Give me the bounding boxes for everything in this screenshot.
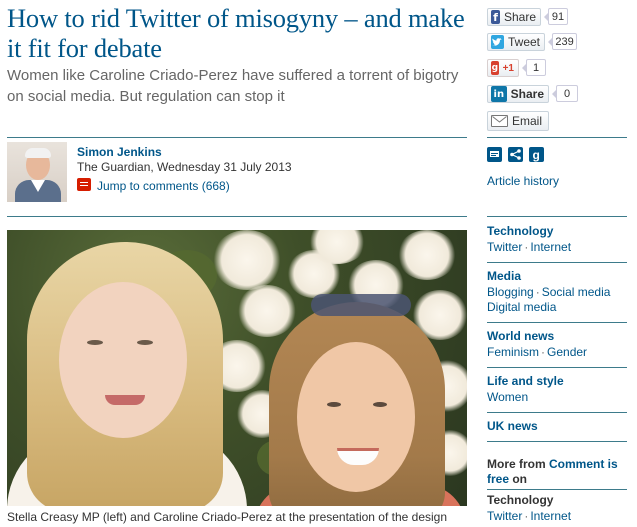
twitter-tweet-label: Tweet	[507, 35, 540, 49]
email-label: Email	[512, 114, 543, 128]
tag-link[interactable]: Women	[487, 390, 528, 404]
divider	[487, 367, 627, 368]
tag-link[interactable]: Twitter	[487, 240, 522, 254]
divider	[7, 216, 467, 217]
divider	[487, 412, 627, 413]
jump-to-comments-link[interactable]: Jump to comments (668)	[97, 179, 230, 193]
divider	[7, 137, 467, 138]
more-from-section-heading[interactable]: Technology	[487, 493, 553, 507]
section-links-technology: Twitter · Internet	[487, 240, 572, 254]
divider	[487, 489, 627, 490]
article-history-link[interactable]: Article history	[487, 174, 559, 188]
section-links-life-and-style: Women	[487, 390, 632, 405]
google-plus-count: 1	[522, 59, 546, 76]
tag-link[interactable]: Digital media	[487, 300, 556, 314]
article-standfirst: Women like Caroline Criado-Perez have su…	[7, 67, 459, 105]
divider	[487, 216, 627, 217]
section-heading-world-news[interactable]: World news	[487, 329, 554, 343]
svg-text:g: g	[533, 148, 540, 162]
tag-link[interactable]: Blogging	[487, 285, 534, 299]
comments-icon[interactable]	[77, 178, 91, 191]
google-icon[interactable]: g	[529, 147, 544, 162]
section-links-world-news: Feminism · Gender	[487, 345, 588, 359]
photo-caption: Stella Creasy MP (left) and Caroline Cri…	[7, 510, 448, 524]
tag-link[interactable]: Gender	[547, 345, 587, 359]
google-plus-label: +1	[502, 62, 514, 74]
section-heading-uk-news[interactable]: UK news	[487, 419, 538, 433]
linkedin-share-button[interactable]: in Share	[487, 85, 549, 103]
section-heading-life-and-style[interactable]: Life and style	[487, 374, 564, 388]
more-from-prefix: More from	[487, 457, 550, 471]
facebook-share-button[interactable]: f Share	[487, 8, 541, 26]
email-button[interactable]: Email	[487, 111, 549, 131]
linkedin-share-count: 0	[552, 85, 578, 102]
tag-link[interactable]: Internet	[530, 240, 571, 254]
twitter-tweet-button[interactable]: Tweet	[487, 33, 545, 51]
section-heading-media[interactable]: Media	[487, 269, 521, 283]
author-link[interactable]: Simon Jenkins	[77, 145, 162, 159]
email-icon	[491, 115, 508, 127]
tag-link[interactable]: Feminism	[487, 345, 539, 359]
tag-link[interactable]: Social media	[542, 285, 611, 299]
google-plus-one-button[interactable]: g +1	[487, 59, 519, 77]
share-icon[interactable]	[508, 147, 523, 162]
facebook-share-count: 91	[544, 8, 568, 25]
publication-date: The Guardian, Wednesday 31 July 2013	[77, 160, 292, 174]
divider	[487, 322, 627, 323]
author-avatar[interactable]	[7, 142, 67, 202]
more-from-heading: More from Comment is free on	[487, 457, 627, 487]
article-headline: How to rid Twitter of misogyny – and mak…	[7, 3, 465, 63]
divider	[487, 137, 627, 138]
more-from-suffix: on	[509, 472, 528, 486]
section-links-media: Blogging · Social media Digital media	[487, 285, 611, 314]
tag-link[interactable]: Twitter	[487, 509, 522, 523]
more-from-links: Twitter · Internet	[487, 509, 572, 523]
divider	[487, 262, 627, 263]
twitter-tweet-count: 239	[548, 33, 577, 50]
section-heading-technology[interactable]: Technology	[487, 224, 553, 238]
facebook-share-label: Share	[503, 10, 536, 24]
google-plus-icon: g	[491, 61, 499, 75]
twitter-icon	[491, 35, 504, 49]
tag-link[interactable]: Internet	[530, 509, 571, 523]
linkedin-icon: in	[491, 86, 507, 102]
print-icon[interactable]	[487, 147, 502, 162]
facebook-icon: f	[491, 10, 500, 24]
article-main-photo	[7, 230, 467, 506]
linkedin-share-label: Share	[510, 87, 544, 101]
divider	[487, 441, 627, 442]
